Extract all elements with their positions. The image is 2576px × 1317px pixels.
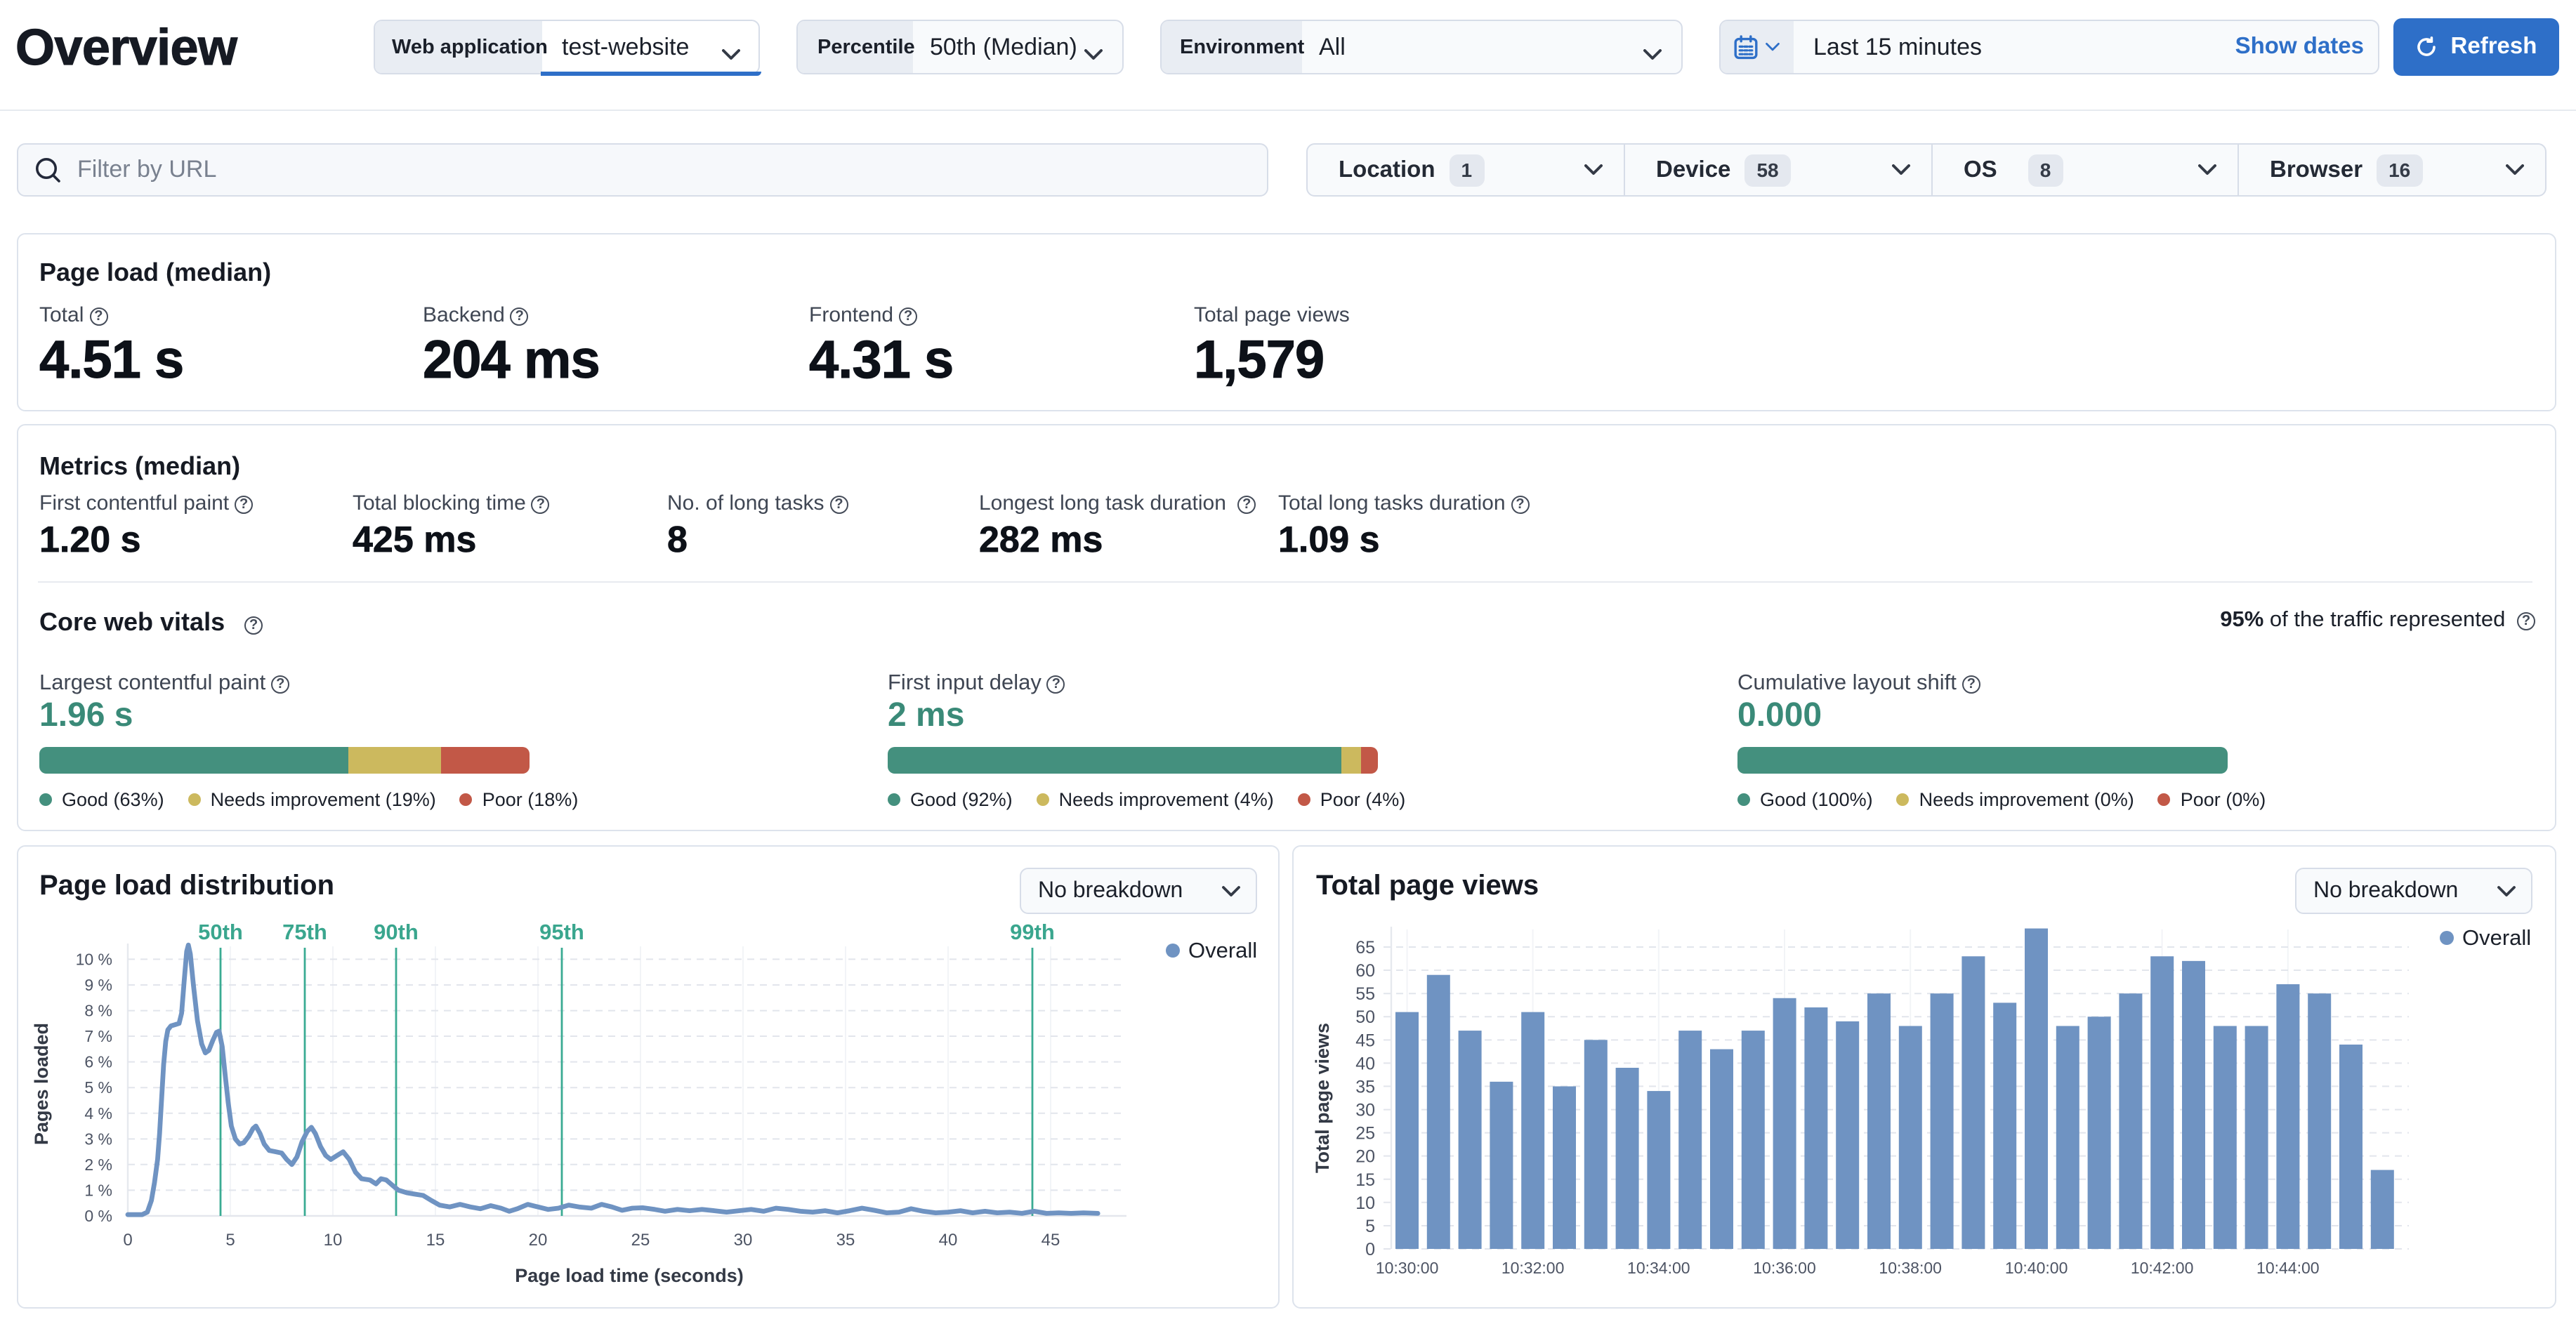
svg-text:0: 0 <box>123 1231 132 1250</box>
svg-text:0 %: 0 % <box>84 1207 112 1225</box>
svg-text:4 %: 4 % <box>84 1104 112 1123</box>
svg-text:15: 15 <box>1355 1170 1375 1190</box>
svg-text:5: 5 <box>1365 1217 1375 1236</box>
svg-text:5 %: 5 % <box>84 1078 112 1097</box>
svg-text:8 %: 8 % <box>84 1002 112 1020</box>
svg-text:75th: 75th <box>282 920 327 944</box>
svg-text:Page load time (seconds): Page load time (seconds) <box>515 1265 744 1286</box>
svg-text:10:40:00: 10:40:00 <box>2005 1259 2068 1277</box>
svg-text:10:32:00: 10:32:00 <box>1501 1259 1565 1277</box>
svg-text:99th: 99th <box>1010 920 1055 944</box>
svg-text:10: 10 <box>1355 1193 1375 1213</box>
svg-text:10:30:00: 10:30:00 <box>1376 1259 1439 1277</box>
svg-text:40: 40 <box>1355 1054 1375 1073</box>
svg-text:30: 30 <box>1355 1101 1375 1120</box>
svg-text:10 %: 10 % <box>76 950 112 968</box>
svg-text:5: 5 <box>225 1231 235 1250</box>
svg-text:9 %: 9 % <box>84 976 112 994</box>
svg-text:30: 30 <box>734 1231 753 1250</box>
svg-text:65: 65 <box>1355 938 1375 958</box>
svg-text:10:44:00: 10:44:00 <box>2256 1259 2320 1277</box>
svg-text:25: 25 <box>1355 1124 1375 1144</box>
svg-text:20: 20 <box>529 1231 548 1250</box>
svg-text:50th: 50th <box>198 920 243 944</box>
svg-text:Overall: Overall <box>2462 925 2531 950</box>
svg-text:25: 25 <box>631 1231 650 1250</box>
svg-text:1 %: 1 % <box>84 1181 112 1199</box>
svg-text:10:42:00: 10:42:00 <box>2131 1259 2194 1277</box>
svg-text:7 %: 7 % <box>84 1027 112 1045</box>
svg-text:3 %: 3 % <box>84 1130 112 1148</box>
svg-text:0: 0 <box>1365 1240 1375 1259</box>
svg-text:10:34:00: 10:34:00 <box>1627 1259 1690 1277</box>
svg-text:20: 20 <box>1355 1147 1375 1167</box>
svg-text:45: 45 <box>1041 1231 1060 1250</box>
svg-text:Total page views: Total page views <box>1312 1023 1333 1173</box>
svg-text:40: 40 <box>939 1231 958 1250</box>
svg-text:10:36:00: 10:36:00 <box>1753 1259 1816 1277</box>
svg-text:50: 50 <box>1355 1007 1375 1027</box>
svg-text:Overall: Overall <box>1188 938 1257 962</box>
svg-text:55: 55 <box>1355 984 1375 1004</box>
svg-text:2 %: 2 % <box>84 1156 112 1174</box>
svg-text:35: 35 <box>1355 1077 1375 1097</box>
svg-text:35: 35 <box>836 1231 855 1250</box>
svg-text:60: 60 <box>1355 961 1375 981</box>
svg-text:Pages loaded: Pages loaded <box>31 1023 52 1145</box>
svg-text:6 %: 6 % <box>84 1053 112 1071</box>
svg-text:10: 10 <box>324 1231 343 1250</box>
svg-text:10:38:00: 10:38:00 <box>1879 1259 1942 1277</box>
svg-text:90th: 90th <box>374 920 419 944</box>
svg-text:45: 45 <box>1355 1031 1375 1050</box>
svg-text:95th: 95th <box>539 920 584 944</box>
svg-text:15: 15 <box>426 1231 445 1250</box>
